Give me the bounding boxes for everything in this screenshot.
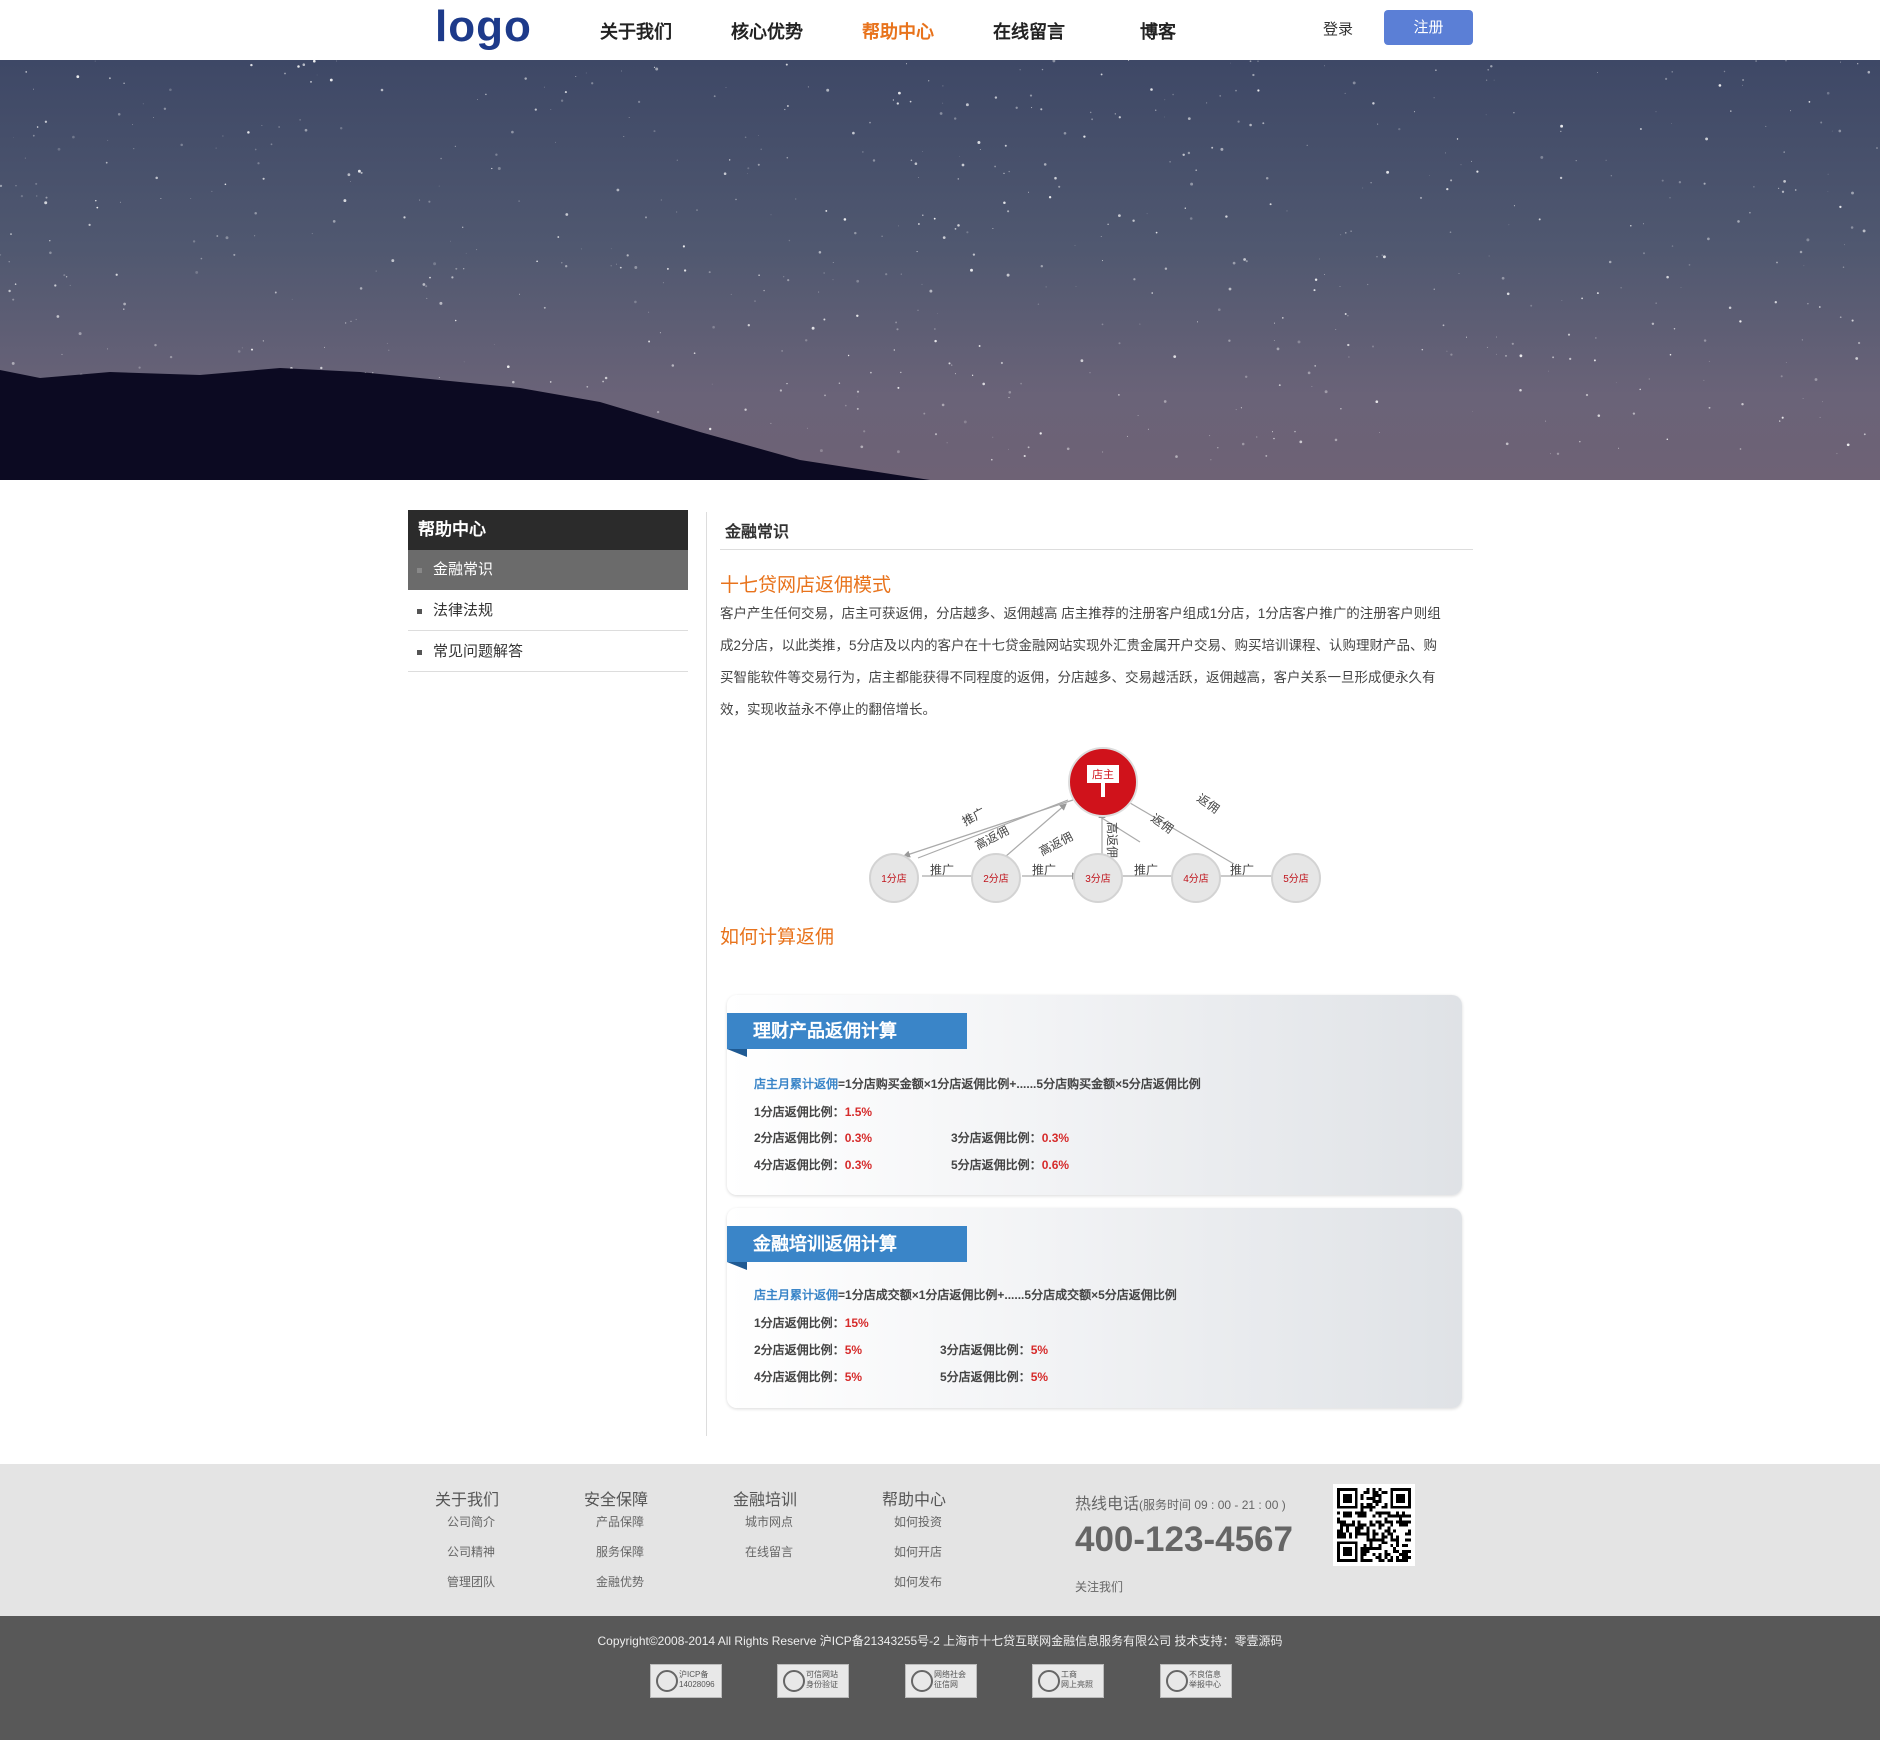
footer-col-title: 帮助中心 (882, 1492, 947, 1509)
hotline-label: 热线电话(服务时间 09 : 00 - 21 : 00 ) (1075, 1496, 1286, 1513)
label-promote: 推广 (1032, 863, 1056, 877)
content-divider (706, 512, 707, 1436)
desc-line: 客户产生任何交易，店主可获返佣，分店越多、返佣越高 店主推荐的注册客户组成1分店… (720, 606, 1441, 621)
store-label: 1分店 (881, 872, 907, 885)
footer-link[interactable]: 如何投资 (894, 1513, 942, 1530)
sidebar-title: 帮助中心 (408, 510, 688, 550)
footer-link[interactable]: 公司精神 (447, 1543, 495, 1560)
section-title-calc: 如何计算返佣 (720, 927, 835, 948)
store-nodes: 1分店 2分店 3分店 4分店 5分店 (869, 853, 1321, 903)
calc-rate-1: 1分店返佣比例：1.5% (754, 1105, 873, 1119)
section-title-rebate-model: 十七贷网店返佣模式 (720, 575, 892, 596)
register-button[interactable]: 注册 (1384, 10, 1473, 45)
calc-rate-3: 3分店返佣比例：0.3% (951, 1131, 1070, 1145)
calc-title: 金融培训返佣计算 (727, 1226, 967, 1270)
footer-col-title: 金融培训 (733, 1492, 798, 1509)
footer-link[interactable]: 服务保障 (596, 1543, 644, 1560)
calc-rate-5: 5分店返佣比例：0.6% (951, 1158, 1070, 1172)
formula-body: =1分店成交额×1分店返佣比例+......5分店成交额×5分店返佣比例 (838, 1288, 1177, 1302)
sidebar-item-faq[interactable]: 常见问题解答 (408, 632, 688, 672)
nav-help-center[interactable]: 帮助中心 (862, 18, 934, 44)
footer-link[interactable]: 金融优势 (596, 1573, 644, 1590)
report-center-badge-icon[interactable]: 不良信息 举报中心 (1160, 1664, 1232, 1698)
hotline-number: 400-123-4567 (1075, 1520, 1293, 1559)
login-link[interactable]: 登录 (1323, 18, 1353, 39)
footer-link[interactable]: 如何开店 (894, 1543, 942, 1560)
nav-blog[interactable]: 博客 (1140, 18, 1176, 44)
hotline-hours: (服务时间 09 : 00 - 21 : 00 ) (1139, 1498, 1286, 1512)
formula-body: =1分店购买金额×1分店返佣比例+......5分店购买金额×5分店返佣比例 (838, 1077, 1201, 1091)
calc-rate-4: 4分店返佣比例：5% (754, 1370, 863, 1384)
sidebar-item-laws[interactable]: 法律法规 (408, 591, 688, 631)
banner-illustration (0, 60, 1878, 480)
label-promote: 推广 (960, 805, 988, 829)
rebate-diagram: 推广 高返佣 高返佣 高返佣 返佣 返佣 推广 推广 推广 推广 店主 1分店 … (869, 747, 1321, 903)
site-header: logo 关于我们 核心优势 帮助中心 在线留言 博客 登录 注册 (0, 0, 1880, 60)
icp-badge-icon[interactable]: 沪ICP备 14028096 (650, 1664, 722, 1698)
label-high-rebate: 高返佣 (1105, 822, 1120, 858)
copyright-text: Copyright©2008-2014 All Rights Reserve 沪… (597, 1634, 1283, 1648)
footer-link[interactable]: 产品保障 (596, 1513, 644, 1530)
business-license-badge-icon[interactable]: 工商 网上亮照 (1032, 1664, 1104, 1698)
desc-line: 成2分店，以此类推，5分店及以内的客户在十七贷金融网站实现外汇贵金属开户交易、购… (720, 638, 1438, 653)
calc-rate-1: 1分店返佣比例：15% (754, 1316, 869, 1330)
store-label: 3分店 (1085, 872, 1111, 885)
calc-rate-4: 4分店返佣比例：0.3% (754, 1158, 873, 1172)
rebate-description: 客户产生任何交易，店主可获返佣，分店越多、返佣越高 店主推荐的注册客户组成1分店… (720, 598, 1474, 726)
calc-box-finance-training: 金融培训返佣计算 店主月累计返佣=1分店成交额×1分店返佣比例+......5分… (727, 1208, 1462, 1408)
store-label: 2分店 (983, 872, 1009, 885)
label-rebate: 返佣 (1148, 811, 1176, 836)
sidebar-item-finance-basics[interactable]: 金融常识 (408, 550, 688, 590)
label-promote: 推广 (1230, 863, 1254, 877)
footer-col-title: 安全保障 (584, 1492, 649, 1509)
calc-rate-5: 5分店返佣比例：5% (940, 1370, 1049, 1384)
trusted-site-badge-icon[interactable]: 可信网站 身份验证 (777, 1664, 849, 1698)
label-promote: 推广 (930, 863, 954, 877)
starry-banner (0, 60, 1880, 480)
nav-advantages[interactable]: 核心优势 (731, 18, 803, 44)
store-label: 5分店 (1283, 872, 1309, 885)
desc-line: 效，实现收益永不停止的翻倍增长。 (720, 702, 936, 717)
calc-rate-2: 2分店返佣比例：5% (754, 1343, 863, 1357)
calc-formula: 店主月累计返佣=1分店成交额×1分店返佣比例+......5分店成交额×5分店返… (754, 1286, 1177, 1303)
formula-label: 店主月累计返佣 (754, 1288, 839, 1302)
footer-link[interactable]: 公司简介 (447, 1513, 495, 1530)
follow-us-link[interactable]: 关注我们 (1075, 1578, 1123, 1595)
formula-label: 店主月累计返佣 (754, 1077, 839, 1091)
store-label: 4分店 (1183, 872, 1209, 885)
calc-box-wealth-products: 理财产品返佣计算 店主月累计返佣=1分店购买金额×1分店返佣比例+......5… (727, 995, 1462, 1195)
footer-link[interactable]: 如何发布 (894, 1573, 942, 1590)
label-promote: 推广 (1134, 863, 1158, 877)
label-high-rebate: 高返佣 (1036, 828, 1075, 858)
calc-formula: 店主月累计返佣=1分店购买金额×1分店返佣比例+......5分店购买金额×5分… (754, 1075, 1201, 1092)
content-title: 金融常识 (725, 524, 790, 541)
bullet-icon (417, 609, 422, 614)
bullet-icon (417, 650, 422, 655)
sidebar-item-label: 常见问题解答 (433, 643, 524, 660)
calc-rate-3: 3分店返佣比例：5% (940, 1343, 1049, 1357)
footer-col-title: 关于我们 (435, 1492, 500, 1509)
mountain-silhouette (0, 368, 930, 480)
owner-label: 店主 (1092, 767, 1114, 781)
label-rebate: 返佣 (1194, 791, 1222, 816)
nav-about[interactable]: 关于我们 (600, 18, 672, 44)
title-divider (720, 549, 1473, 550)
nav-message[interactable]: 在线留言 (993, 18, 1065, 44)
site-logo[interactable]: logo (435, 2, 532, 52)
sidebar-item-label: 法律法规 (433, 602, 494, 619)
qr-code-icon (1333, 1484, 1415, 1566)
desc-line: 买智能软件等交易行为，店主都能获得不同程度的返佣，分店越多、交易越活跃，返佣越高… (720, 670, 1436, 685)
credit-badge-icon[interactable]: 网络社会 征信网 (905, 1664, 977, 1698)
calc-rate-2: 2分店返佣比例：0.3% (754, 1131, 873, 1145)
sidebar-item-label: 金融常识 (433, 561, 494, 578)
footer-link[interactable]: 在线留言 (745, 1543, 793, 1560)
footer-link[interactable]: 管理团队 (447, 1573, 495, 1590)
bullet-icon (417, 568, 422, 573)
calc-title: 理财产品返佣计算 (727, 1013, 967, 1057)
footer-link[interactable]: 城市网点 (745, 1513, 793, 1530)
